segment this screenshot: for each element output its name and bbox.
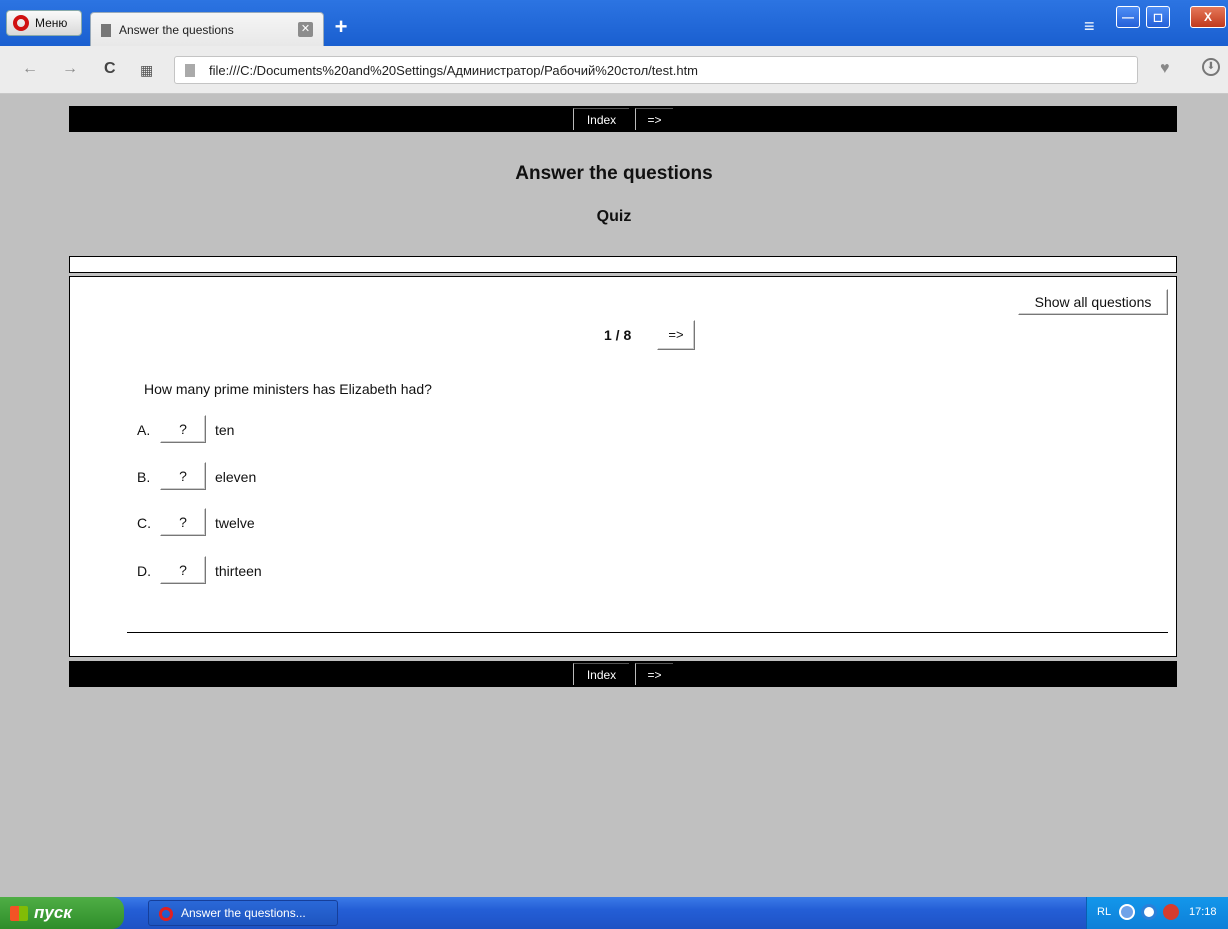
start-button[interactable]: пуск (0, 897, 124, 929)
quiz-panel: Show all questions 1 / 8 => How many pri… (69, 276, 1177, 657)
option-letter: C. (137, 515, 151, 531)
clock: 17:18 (1189, 906, 1217, 918)
forward-arrow-icon[interactable]: → (62, 60, 78, 78)
opera-icon (159, 907, 173, 921)
taskbar-window-button[interactable]: Answer the questions... (148, 900, 338, 926)
windows-flag-icon (10, 906, 28, 921)
back-arrow-icon[interactable]: ← (22, 60, 38, 78)
page-file-icon (185, 64, 195, 77)
tab-title: Answer the questions (119, 23, 234, 37)
option-a-button[interactable]: ? (160, 415, 206, 443)
next-page-button[interactable]: => (635, 108, 673, 130)
option-letter: A. (137, 422, 151, 438)
opera-tray-icon[interactable] (1141, 904, 1157, 920)
opera-menu-label: Меню (35, 16, 68, 30)
option-b-button[interactable]: ? (160, 462, 206, 490)
next-page-button[interactable]: => (635, 663, 673, 685)
network-icon[interactable] (1119, 904, 1135, 920)
option-text: twelve (215, 515, 255, 531)
new-tab-button[interactable]: + (332, 16, 350, 38)
tab-close-icon[interactable]: ✕ (298, 22, 313, 37)
taskbar: пуск Answer the questions... RL 17:18 (0, 897, 1228, 929)
question-counter: 1 / 8 (604, 327, 632, 343)
download-icon[interactable]: ⬇ (1202, 58, 1220, 76)
show-all-questions-button[interactable]: Show all questions (1018, 289, 1168, 315)
browser-title-bar: Меню Answer the questions ✕ + ≡ — ◻ X (0, 0, 1228, 46)
document-icon (101, 24, 111, 37)
index-button[interactable]: Index (573, 108, 629, 130)
url-text[interactable]: file:///C:/Documents%20and%20Settings/Ад… (209, 63, 698, 78)
divider (127, 632, 1168, 633)
quiz-header-bar (69, 256, 1177, 273)
heart-icon[interactable]: ♥ (1160, 60, 1170, 78)
browser-toolbar: ← → C ▦ file:///C:/Documents%20and%20Set… (0, 46, 1228, 94)
close-window-button[interactable]: X (1190, 6, 1226, 28)
bottom-nav-strip: Index => (69, 661, 1177, 687)
start-label: пуск (34, 903, 72, 922)
option-text: thirteen (215, 563, 262, 579)
reload-icon[interactable]: C (104, 60, 116, 78)
taskbar-window-label: Answer the questions... (181, 906, 306, 920)
top-nav-strip: Index => (69, 106, 1177, 132)
option-text: eleven (215, 469, 257, 485)
security-icon[interactable] (1163, 904, 1179, 920)
system-tray: RL 17:18 (1086, 897, 1228, 929)
address-bar[interactable]: file:///C:/Documents%20and%20Settings/Ад… (174, 56, 1138, 84)
language-indicator[interactable]: RL (1097, 906, 1111, 918)
speed-dial-icon[interactable]: ▦ (140, 62, 153, 79)
option-d-button[interactable]: ? (160, 556, 206, 584)
option-text: ten (215, 422, 235, 438)
maximize-button[interactable]: ◻ (1146, 6, 1170, 28)
next-question-button[interactable]: => (657, 320, 695, 350)
page-title: Answer the questions (515, 163, 713, 184)
page-subtitle: Quiz (596, 208, 632, 225)
option-c-button[interactable]: ? (160, 508, 206, 536)
opera-logo-icon (13, 15, 29, 31)
option-letter: B. (137, 469, 151, 485)
question-text: How many prime ministers has Elizabeth h… (144, 381, 432, 397)
opera-menu-button[interactable]: Меню (6, 10, 82, 36)
browser-tab[interactable]: Answer the questions ✕ (90, 12, 324, 46)
minimize-button[interactable]: — (1116, 6, 1140, 28)
index-button[interactable]: Index (573, 663, 629, 685)
tab-menu-icon[interactable]: ≡ (1084, 16, 1095, 37)
option-letter: D. (137, 563, 151, 579)
